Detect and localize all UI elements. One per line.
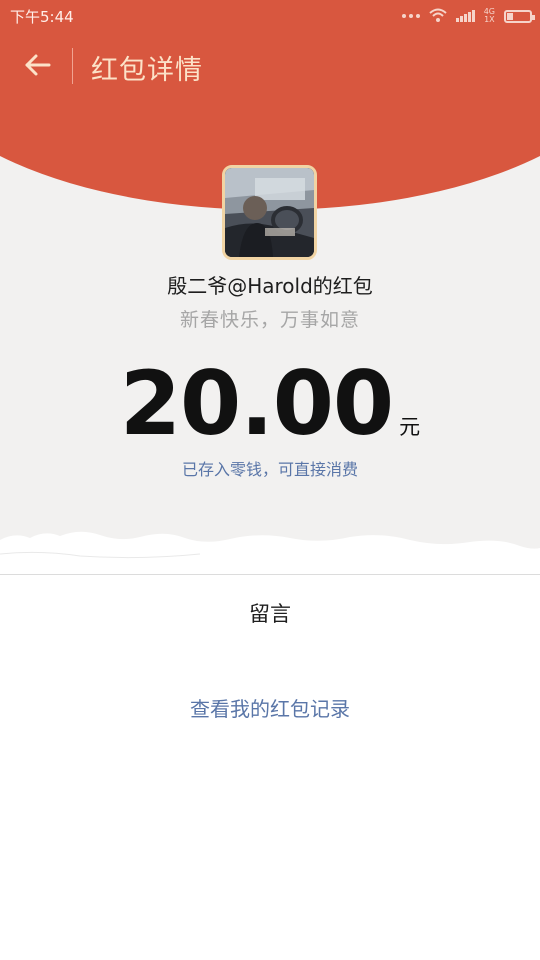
amount-value: 20.00 (119, 352, 394, 455)
back-button[interactable] (20, 50, 54, 84)
status-time: 下午5:44 (10, 8, 74, 26)
section-divider (0, 574, 540, 575)
amount-unit: 元 (399, 415, 421, 439)
network-sub: 1X (484, 15, 495, 24)
wifi-icon (429, 7, 447, 26)
status-bar: 下午5:44 4G 1X (0, 0, 540, 32)
amount-row: 20.00 元 (0, 352, 540, 455)
signal-icon (455, 10, 475, 22)
view-history-link[interactable]: 查看我的红包记录 (0, 693, 540, 722)
sender-avatar[interactable] (222, 165, 317, 260)
battery-icon (504, 9, 535, 23)
status-icons: 4G 1X (401, 6, 535, 26)
greeting-text: 新春快乐，万事如意 (179, 309, 360, 331)
message-heading: 留言 (249, 602, 291, 626)
snow-edge-decoration (0, 531, 540, 580)
saved-to-wallet-link[interactable]: 已存入零钱，可直接消费 (0, 456, 540, 480)
red-packet-detail-page: 下午5:44 4G 1X 红包详情 殷二爷@Harold的红包 新春快乐，万事如… (0, 0, 540, 960)
page-title: 红包详情 (91, 55, 203, 86)
network-type-badge: 4G 1X (484, 8, 495, 24)
more-dots-icon (401, 14, 420, 18)
nav-divider (72, 48, 73, 84)
sender-name: 殷二爷@Harold的红包 (167, 274, 373, 298)
arrow-left-icon (23, 53, 51, 81)
